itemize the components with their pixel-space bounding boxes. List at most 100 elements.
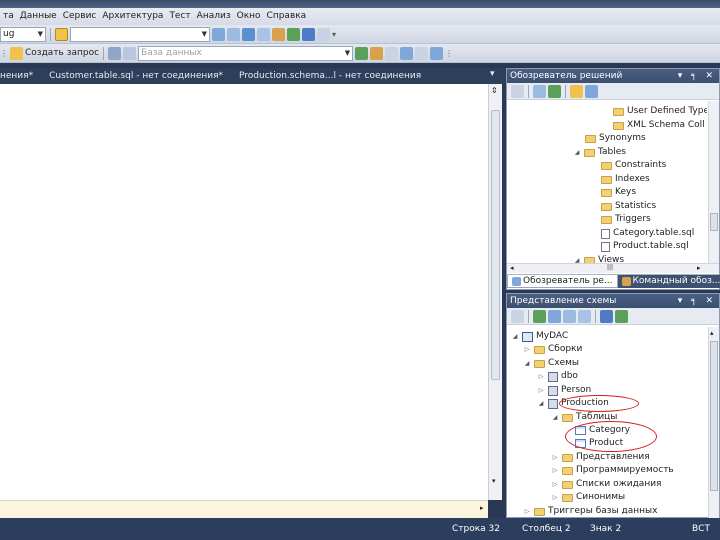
tree-node[interactable]: ▷ Сборки [523,343,583,356]
scroll-up-icon[interactable]: ▴ [710,329,714,337]
collapse-arrow-icon[interactable]: ◢ [523,357,531,370]
tab-document-partial[interactable]: нения* [0,68,41,84]
debug-icon[interactable] [370,46,384,60]
results-grid-icon[interactable] [400,46,414,60]
properties-icon[interactable] [511,309,524,323]
configuration-combo[interactable]: ug ▼ [0,26,46,42]
panel-window-buttons[interactable]: ▾ ╕ ✕ [678,296,719,306]
cancel-query-icon[interactable] [385,46,399,60]
object-browser-icon[interactable] [257,27,270,41]
menu-item-analysis[interactable]: Анализ [194,9,234,24]
find-in-files-icon[interactable] [55,27,68,41]
toolbar-grip-icon[interactable]: ⋮ [0,49,8,58]
scroll-grip-icon[interactable]: ||| [607,264,613,271]
solution-tree-scrollbar[interactable] [708,101,719,265]
collapse-arrow-icon[interactable]: ◢ [551,411,559,424]
tree-node-mydac[interactable]: ◢ MyDAC [511,330,568,343]
window-layout-icon[interactable] [317,27,330,41]
schema-compare-icon[interactable] [108,46,122,60]
tab-production-schema[interactable]: Production.schema...l - нет соединения [231,68,429,84]
execute-icon[interactable] [355,46,369,60]
tree-node[interactable]: Category.table.sql [601,227,694,240]
extension-manager-icon[interactable] [302,27,315,41]
expand-arrow-icon[interactable]: ▷ [523,505,531,518]
menu-item-help[interactable]: Справка [264,9,310,24]
split-editor-icon[interactable]: ⇕ [491,86,498,95]
tab-customer-table[interactable]: Customer.table.sql - нет соединения* [41,68,231,84]
menu-item-test[interactable]: Тест [166,9,193,24]
expand-arrow-icon[interactable]: ▷ [537,370,545,383]
new-query-button[interactable]: Создать запрос [25,48,99,58]
properties-icon[interactable] [511,84,524,98]
menu-item-architecture[interactable]: Архитектура [99,9,166,24]
tree-node[interactable]: Constraints [601,159,666,172]
refresh-icon[interactable] [548,84,561,98]
scroll-right-icon[interactable]: ▸ [480,504,484,512]
tree-node[interactable]: XML Schema Coll [613,119,705,132]
refresh-icon[interactable] [533,309,546,323]
expand-arrow-icon[interactable]: ▷ [551,478,559,491]
properties-icon[interactable] [242,27,255,41]
scroll-down-icon[interactable]: ▾ [492,477,496,485]
tree-node[interactable]: Keys [601,186,636,199]
tab-list-dropdown-icon[interactable]: ▾ [490,69,495,79]
expand-arrow-icon[interactable]: ▷ [523,343,531,356]
tree-node[interactable]: Synonyms [585,132,646,145]
tree-node[interactable]: Indexes [601,173,650,186]
collapse-arrow-icon[interactable]: ◢ [511,330,519,343]
expand-arrow-icon[interactable]: ▷ [551,464,559,477]
scroll-left-icon[interactable]: ◂ [510,264,514,272]
tab-team-explorer[interactable]: Командный обоз... [617,275,720,288]
tree-node[interactable]: Product.table.sql [601,240,689,253]
find-icon[interactable] [212,27,225,41]
menu-item-data[interactable]: Данные [17,9,60,24]
code-editor[interactable] [0,84,488,500]
panel-window-buttons[interactable]: ▾ ╕ ✕ [678,71,719,81]
toolbox-icon[interactable] [272,27,285,41]
tree-node-tables[interactable]: ◢ Tables [573,146,626,159]
expand-arrow-icon[interactable]: ▷ [551,451,559,464]
expand-arrow-icon[interactable]: ▷ [537,384,545,397]
view-designer-icon[interactable] [585,84,598,98]
filter-icon[interactable] [563,309,576,323]
schema-tree-scroll-thumb[interactable] [710,341,718,491]
start-page-icon[interactable] [287,27,300,41]
menu-item-partial[interactable]: та [0,9,17,24]
tree-node[interactable]: Statistics [601,200,656,213]
solution-tree-hscroll[interactable]: ◂ ||| ▸ [507,263,719,273]
tree-node[interactable]: ▷ Триггеры базы данных [523,505,658,518]
search-combo[interactable]: ▼ [70,26,210,42]
toolbar-overflow-icon[interactable]: ▾ [332,30,336,39]
tree-node[interactable]: ▷ Списки ожидания [551,478,662,491]
collapse-arrow-icon[interactable]: ◢ [573,146,581,159]
collapse-arrow-icon[interactable]: ◢ [537,397,545,410]
editor-vertical-scrollbar[interactable]: ⇕ ▾ [488,84,502,500]
tree-node[interactable]: ▷ Синонимы [551,491,625,504]
view-code-icon[interactable] [570,84,583,98]
tree-node[interactable]: ▷ Представления [551,451,650,464]
database-combo[interactable]: База данных ▼ [138,45,354,61]
results-text-icon[interactable] [415,46,429,60]
editor-scroll-thumb[interactable] [491,110,500,380]
tree-node[interactable]: ▷ Программируемость [551,464,674,477]
editor-horizontal-scrollbar[interactable]: ▸ [0,500,488,518]
group-icon[interactable] [578,309,591,323]
tab-solution-explorer[interactable]: Обозреватель ре... [507,275,618,288]
solution-tree-scroll-thumb[interactable] [710,213,718,231]
solution-explorer-icon[interactable] [227,27,240,41]
tree-node[interactable]: Triggers [601,213,651,226]
data-compare-icon[interactable] [123,46,137,60]
schema-tree-scrollbar[interactable]: ▴ [708,327,719,519]
menu-item-service[interactable]: Сервис [60,9,100,24]
show-all-files-icon[interactable] [533,84,546,98]
scroll-right-icon[interactable]: ▸ [697,264,701,272]
synchronize-icon[interactable] [600,309,613,323]
expand-arrow-icon[interactable]: ▷ [551,491,559,504]
toolbar-overflow-icon[interactable]: ⋮ [445,49,453,58]
results-file-icon[interactable] [430,46,444,60]
tree-node[interactable]: ▷ dbo [537,370,578,383]
menu-item-window[interactable]: Окно [234,9,264,24]
tree-node[interactable]: ◢ Схемы [523,357,579,370]
sort-icon[interactable] [548,309,561,323]
connect-icon[interactable] [615,309,628,323]
